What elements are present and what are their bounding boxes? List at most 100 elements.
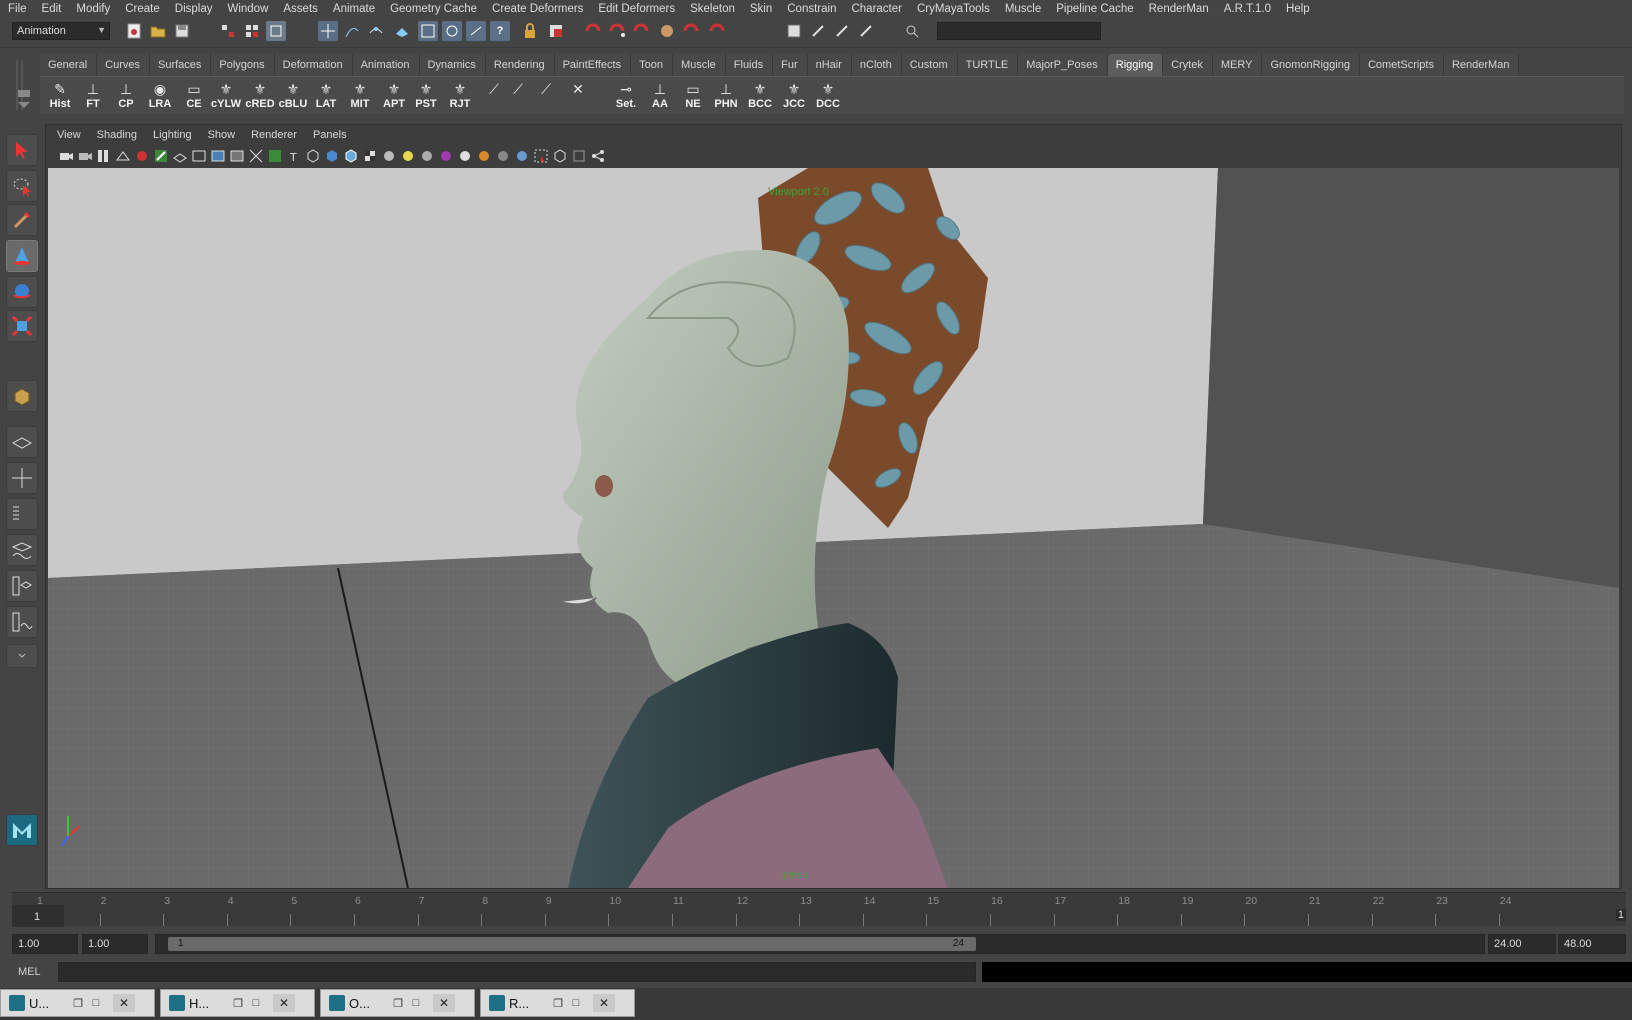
close-window-icon[interactable]: ✕	[113, 994, 135, 1012]
outliner-graph-layout-icon[interactable]	[6, 606, 38, 638]
panel-menu-view[interactable]: View	[50, 129, 90, 141]
minimized-window[interactable]: O... ❐ □ ✕	[320, 989, 475, 1017]
shelf-button-ce[interactable]: ▭ CE	[178, 80, 210, 113]
restore-window-icon[interactable]: ❐	[389, 997, 407, 1010]
four-view-layout-icon[interactable]	[6, 462, 38, 494]
select-tool-icon[interactable]	[6, 134, 38, 166]
shelf-tab-mery[interactable]: MERY	[1212, 54, 1263, 76]
close-window-icon[interactable]: ✕	[273, 994, 295, 1012]
maximize-window-icon[interactable]: □	[247, 997, 265, 1009]
shelf-button-dcc[interactable]: ⚜ DCC	[812, 80, 844, 113]
shelf-tab-animation[interactable]: Animation	[352, 54, 420, 76]
open-scene-icon[interactable]	[148, 21, 168, 41]
tool-settings-icon[interactable]	[808, 21, 828, 41]
playback-end-field[interactable]: 24.00	[1488, 934, 1556, 954]
xray-icon[interactable]	[552, 148, 568, 164]
ipr-render-icon[interactable]	[608, 21, 628, 41]
menu-constrain[interactable]: Constrain	[779, 3, 843, 15]
close-window-icon[interactable]: ✕	[593, 994, 615, 1012]
shelf-tab-painteffects[interactable]: PaintEffects	[554, 54, 632, 76]
maximize-window-icon[interactable]: □	[87, 997, 105, 1009]
rotate-tool-icon[interactable]	[6, 276, 38, 308]
panel-menu-lighting[interactable]: Lighting	[146, 129, 201, 141]
snap-curve-icon[interactable]	[342, 21, 362, 41]
menu-skin[interactable]: Skin	[742, 3, 779, 15]
shelf-button-joint-tool-15[interactable]: ⟋	[530, 80, 562, 113]
outliner-persp-layout-icon[interactable]	[6, 498, 38, 530]
panel-menu-shading[interactable]: Shading	[90, 129, 146, 141]
shelf-button-ne[interactable]: ▭ NE	[677, 80, 709, 113]
shelf-tab-muscle[interactable]: Muscle	[672, 54, 726, 76]
restore-window-icon[interactable]: ❐	[69, 997, 87, 1010]
bookmarks-icon[interactable]	[96, 148, 112, 164]
lock-icon[interactable]	[520, 21, 540, 41]
last-tool-icon[interactable]	[6, 380, 38, 412]
select-by-object-icon[interactable]	[242, 21, 262, 41]
menu-modify[interactable]: Modify	[68, 3, 117, 15]
two-d-pan-zoom-icon[interactable]	[134, 148, 150, 164]
shelf-button-lat[interactable]: ⚜ LAT	[310, 80, 342, 113]
menu-crymayatools[interactable]: CryMayaTools	[909, 3, 997, 15]
xray-components-icon[interactable]	[590, 148, 606, 164]
render-batch-icon[interactable]	[708, 21, 728, 41]
textured-icon[interactable]	[362, 148, 378, 164]
range-slider-handle[interactable]: 1 24	[168, 937, 976, 951]
shelf-button-cblu[interactable]: ⚜ cBLU	[277, 80, 309, 113]
shelf-tab-cometscripts[interactable]: CometScripts	[1359, 54, 1444, 76]
channel-box-icon[interactable]	[832, 21, 852, 41]
gate-mask-icon[interactable]	[229, 148, 245, 164]
menu-help[interactable]: Help	[1278, 3, 1317, 15]
shelf-button-cylw[interactable]: ⚜ cYLW	[210, 80, 242, 113]
grease-pencil-icon[interactable]	[153, 148, 169, 164]
shelf-button-phn[interactable]: ⊥ PHN	[710, 80, 742, 113]
minimized-window[interactable]: U... ❐ □ ✕	[0, 989, 155, 1017]
hypershade-persp-layout-icon[interactable]	[6, 570, 38, 602]
shelf-button-apt[interactable]: ⚜ APT	[378, 80, 410, 113]
shelf-tab-deformation[interactable]: Deformation	[274, 54, 353, 76]
snap-view-plane-icon[interactable]	[392, 21, 412, 41]
minimized-window[interactable]: R... ❐ □ ✕	[480, 989, 635, 1017]
shelf-button-pst[interactable]: ⚜ PST	[410, 80, 442, 113]
render-current-icon[interactable]	[584, 21, 604, 41]
shelf-tab-dynamics[interactable]: Dynamics	[419, 54, 486, 76]
shelf-button-aa[interactable]: ⊥ AA	[644, 80, 676, 113]
input-ops-icon[interactable]	[466, 21, 486, 41]
menu-edit[interactable]: Edit	[34, 3, 69, 15]
menu-character[interactable]: Character	[843, 3, 909, 15]
shelf-button-mit[interactable]: ⚜ MIT	[344, 80, 376, 113]
shelf-tab-curves[interactable]: Curves	[97, 54, 150, 76]
restore-window-icon[interactable]: ❐	[549, 997, 567, 1010]
anti-aliasing-icon[interactable]	[495, 148, 511, 164]
persp-graph-layout-icon[interactable]	[6, 534, 38, 566]
resolution-gate-icon[interactable]	[210, 148, 226, 164]
shelf-button-jcc[interactable]: ⚜ JCC	[778, 80, 810, 113]
menu-skeleton[interactable]: Skeleton	[682, 3, 742, 15]
snap-point-icon[interactable]	[366, 21, 386, 41]
scene-render[interactable]	[48, 168, 1619, 888]
shelf-button-ft[interactable]: ⊥ FT	[77, 80, 109, 113]
menu-display[interactable]: Display	[167, 3, 220, 15]
attribute-editor-icon[interactable]	[784, 21, 804, 41]
history-icon[interactable]	[442, 21, 462, 41]
hypershade-icon[interactable]	[658, 21, 678, 41]
film-gate-icon[interactable]	[191, 148, 207, 164]
shelf-button-hist[interactable]: ✎ Hist	[44, 80, 76, 113]
shelf-tab-fur[interactable]: Fur	[773, 54, 808, 76]
wireframe-on-shaded-icon[interactable]	[343, 148, 359, 164]
smooth-shade-icon[interactable]	[324, 148, 340, 164]
shelf-tab-gnomonrigging[interactable]: GnomonRigging	[1262, 54, 1360, 76]
layer-editor-icon[interactable]	[856, 21, 876, 41]
menu-pipeline-cache[interactable]: Pipeline Cache	[1048, 3, 1140, 15]
menu-set-dropdown[interactable]: Animation ▼	[12, 22, 110, 40]
quick-select-input[interactable]	[937, 22, 1101, 40]
mel-language-toggle[interactable]: MEL	[18, 966, 41, 978]
save-scene-icon[interactable]	[172, 21, 192, 41]
shadows-icon[interactable]	[419, 148, 435, 164]
menu-muscle[interactable]: Muscle	[997, 3, 1048, 15]
render-view-icon[interactable]	[682, 21, 702, 41]
hq-render-icon[interactable]	[438, 148, 454, 164]
shelf-tab-turtle[interactable]: TURTLE	[957, 54, 1019, 76]
shelf-tab-rigging[interactable]: Rigging	[1107, 54, 1164, 76]
image-plane-icon[interactable]	[115, 148, 131, 164]
ambient-occlusion-icon[interactable]	[457, 148, 473, 164]
